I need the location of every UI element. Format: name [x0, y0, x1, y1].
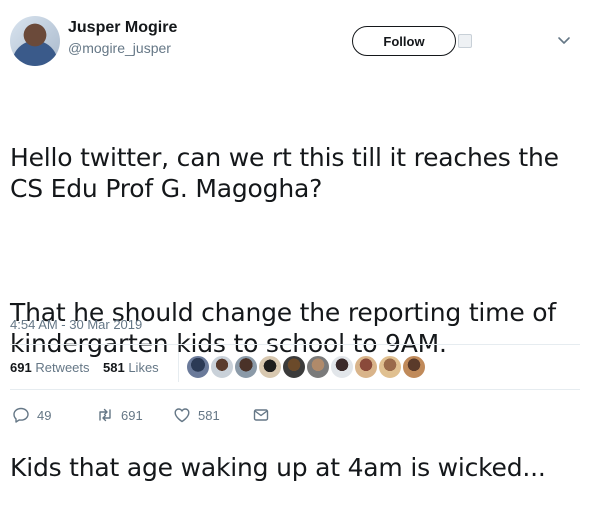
divider — [10, 344, 580, 345]
tweet-stats: 691 Retweets 581 Likes — [10, 352, 580, 382]
author-display-name[interactable]: Jusper Mogire — [68, 18, 177, 38]
retweets-label: Retweets — [35, 360, 90, 375]
liker-avatar[interactable] — [378, 355, 402, 379]
reply-button[interactable]: 49 — [12, 403, 51, 427]
author-avatar[interactable] — [10, 16, 60, 66]
retweet-icon — [99, 408, 111, 422]
stats-separator — [178, 352, 179, 382]
retweets-count: 691 — [10, 360, 32, 375]
likes-label: Likes — [128, 360, 159, 375]
divider — [10, 389, 580, 390]
liker-avatar[interactable] — [186, 355, 210, 379]
likes-count: 581 — [103, 360, 125, 375]
liker-avatar[interactable] — [330, 355, 354, 379]
heart-icon — [174, 408, 190, 423]
liker-avatar[interactable] — [306, 355, 330, 379]
liker-avatar[interactable] — [210, 355, 234, 379]
chevron-down-icon[interactable] — [556, 32, 572, 48]
tweet-actions: 49 691 581 — [10, 403, 310, 427]
like-count: 581 — [198, 407, 220, 423]
liker-avatar[interactable] — [282, 355, 306, 379]
tweet-text: Hello twitter, can we rt this till it re… — [10, 80, 580, 514]
tweet-paragraph: Hello twitter, can we rt this till it re… — [10, 143, 567, 203]
likes-stat[interactable]: 581 Likes — [103, 360, 159, 375]
author-handle[interactable]: @mogire_jusper — [68, 38, 177, 58]
liker-avatar[interactable] — [258, 355, 282, 379]
like-button[interactable]: 581 — [173, 403, 220, 427]
liker-avatar[interactable] — [402, 355, 426, 379]
tweet-timestamp[interactable]: 4:54 AM - 30 Mar 2019 — [10, 317, 142, 332]
liker-avatar[interactable] — [354, 355, 378, 379]
retweet-count: 691 — [121, 407, 143, 423]
retweet-button[interactable]: 691 — [96, 403, 143, 427]
dm-button[interactable] — [252, 403, 270, 427]
liker-avatar[interactable] — [234, 355, 258, 379]
reply-count: 49 — [37, 407, 52, 423]
dm-icon — [253, 409, 269, 421]
author-name-block[interactable]: Jusper Mogire @mogire_jusper — [68, 18, 177, 58]
follow-extra-icon — [458, 34, 472, 48]
retweets-stat[interactable]: 691 Retweets — [10, 360, 90, 375]
reply-icon — [13, 407, 29, 423]
follow-button[interactable]: Follow — [352, 26, 456, 56]
tweet-header: Jusper Mogire @mogire_jusper Follow — [10, 12, 580, 68]
tweet-paragraph: Kids that age waking up at 4am is wicked… — [10, 453, 546, 482]
